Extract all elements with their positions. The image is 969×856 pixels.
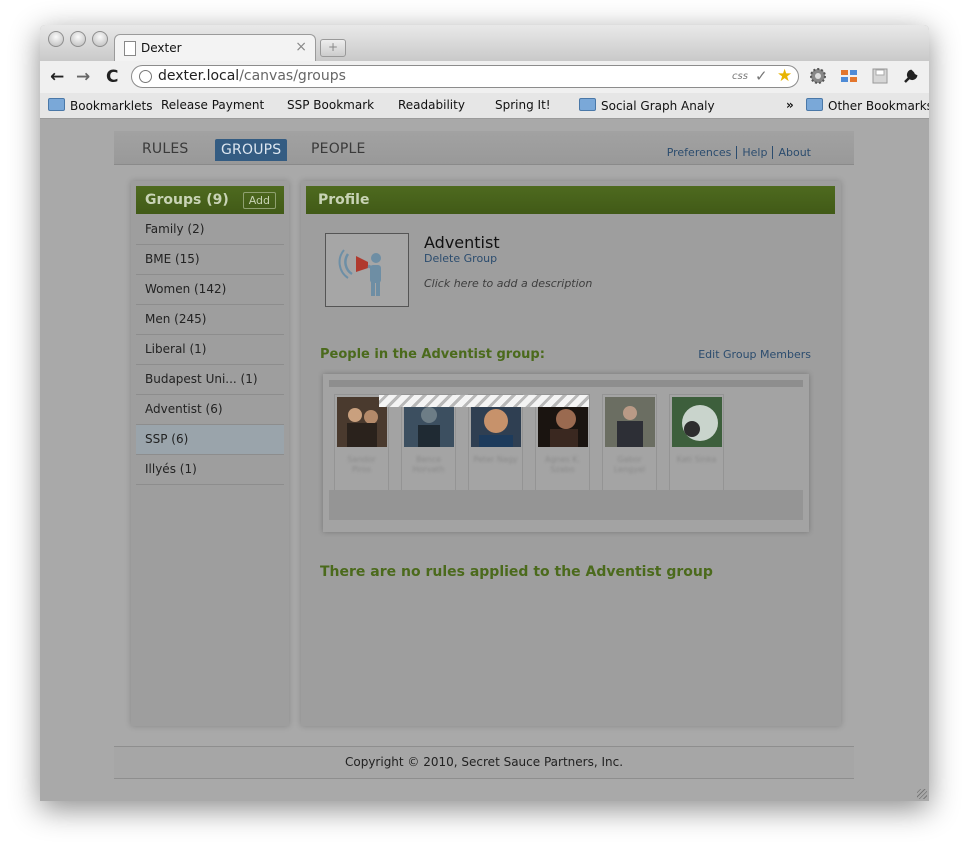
group-item[interactable]: BME (15)	[136, 245, 284, 275]
groups-header: Groups (9) Add	[136, 186, 284, 214]
top-links: Preferences Help About	[662, 146, 816, 159]
add-group-button[interactable]: Add	[242, 192, 276, 209]
bookmark-item[interactable]: Spring It!	[495, 98, 551, 206]
tab-strip: Dexter × +	[40, 25, 929, 62]
person-name: Agnes K. Szabo	[544, 455, 581, 474]
profile-panel: Profile Adventist Delete Group Click her…	[301, 181, 841, 726]
folder-icon	[48, 98, 65, 111]
people-carousel: Sandor Piros Bence Horvath Peter Nagy Ag…	[323, 374, 809, 532]
person-name: Bence Horvath	[412, 455, 445, 474]
no-rules-message: There are no rules applied to the Advent…	[320, 564, 713, 580]
bookmark-item[interactable]: Social Graph Analytic	[579, 98, 715, 113]
globe-icon	[139, 70, 152, 83]
browser-tab[interactable]: Dexter ×	[114, 34, 316, 62]
bookmark-item[interactable]: Bookmarklets	[48, 98, 152, 113]
profile-title: Profile	[318, 192, 370, 208]
bookmarks-bar: Bookmarklets Release Payment SSP Bookmar…	[40, 93, 929, 206]
description-field[interactable]: Click here to add a description	[424, 277, 592, 290]
tab-groups[interactable]: GROUPS	[215, 139, 288, 161]
folder-icon	[579, 98, 596, 111]
person-card[interactable]: Gabor Lengyel	[602, 394, 657, 496]
bookmark-item[interactable]: Readability	[398, 98, 465, 206]
carousel-scroll-track[interactable]	[329, 490, 803, 520]
wrench-icon[interactable]	[902, 67, 920, 85]
person-card[interactable]: Sandor Piros	[334, 394, 389, 496]
close-window-button[interactable]	[48, 31, 64, 47]
zoom-window-button[interactable]	[92, 31, 108, 47]
document-icon	[124, 41, 136, 56]
check-extension-icon[interactable]: ✓	[755, 67, 768, 85]
page-viewport: RULES GROUPS PEOPLE Preferences Help About…	[40, 119, 929, 801]
bookmark-item[interactable]: Release Payment	[161, 98, 264, 206]
minimize-window-button[interactable]	[70, 31, 86, 47]
people-title: People in the Adventist group:	[320, 347, 545, 362]
folder-icon	[806, 98, 823, 111]
group-item[interactable]: Family (2)	[136, 215, 284, 245]
resize-grip-icon[interactable]	[917, 789, 927, 799]
url-text: dexter.local/canvas/groups	[158, 68, 346, 84]
person-photo	[605, 397, 655, 447]
about-link[interactable]: About	[772, 146, 816, 159]
group-item[interactable]: Adventist (6)	[136, 395, 284, 425]
browser-window: Dexter × + ← → C dexter.local/canvas/gro…	[40, 25, 929, 801]
tab-close-icon[interactable]: ×	[295, 39, 307, 55]
app-header: RULES GROUPS PEOPLE Preferences Help About	[114, 131, 854, 165]
edit-group-members-link[interactable]: Edit Group Members	[698, 348, 811, 361]
preferences-link[interactable]: Preferences	[662, 146, 737, 159]
profile-header: Profile	[306, 186, 835, 214]
loading-progress-bar	[379, 395, 589, 407]
other-bookmarks[interactable]: Other Bookmarks	[806, 98, 929, 113]
bookmark-item[interactable]: SSP Bookmark	[287, 98, 374, 206]
help-link[interactable]: Help	[736, 146, 773, 159]
person-card[interactable]: Peter Nagy	[468, 394, 523, 496]
forward-icon[interactable]: →	[76, 67, 90, 87]
window-controls	[48, 31, 108, 47]
person-card[interactable]: Kati Sinka	[669, 394, 724, 496]
back-icon[interactable]: ←	[50, 67, 64, 87]
group-item[interactable]: Men (245)	[136, 305, 284, 335]
gear-extension-icon[interactable]	[809, 67, 827, 85]
group-item[interactable]: Illyés (1)	[136, 455, 284, 485]
group-item[interactable]: Budapest Uni... (1)	[136, 365, 284, 395]
address-bar[interactable]: dexter.local/canvas/groups css ✓ ★	[131, 65, 799, 88]
person-photo	[672, 397, 722, 447]
bookmark-star-icon[interactable]: ★	[777, 66, 792, 86]
group-avatar[interactable]	[325, 233, 409, 307]
apps-extension-icon[interactable]	[840, 67, 858, 85]
css-extension-icon[interactable]: css	[732, 71, 748, 82]
reload-icon[interactable]: C	[106, 67, 118, 87]
megaphone-person-icon	[338, 249, 381, 296]
group-item[interactable]: Women (142)	[136, 275, 284, 305]
new-tab-button[interactable]: +	[320, 39, 346, 57]
footer-copyright: Copyright © 2010, Secret Sauce Partners,…	[114, 746, 854, 779]
person-name: Peter Nagy	[473, 455, 518, 464]
person-name: Gabor Lengyel	[613, 455, 646, 474]
group-list: Family (2) BME (15) Women (142) Men (245…	[136, 215, 284, 485]
tab-rules[interactable]: RULES	[142, 141, 189, 157]
person-name: Kati Sinka	[676, 455, 717, 464]
more-bookmarks-chevron-icon[interactable]: »	[786, 98, 794, 112]
person-card[interactable]: Bence Horvath	[401, 394, 456, 496]
groups-title: Groups (9)	[145, 192, 229, 208]
groups-sidebar: Groups (9) Add Family (2) BME (15) Women…	[131, 181, 289, 726]
tab-people[interactable]: PEOPLE	[311, 141, 366, 157]
group-name: Adventist	[424, 233, 500, 252]
group-item[interactable]: Liberal (1)	[136, 335, 284, 365]
carousel-top-bar	[329, 380, 803, 387]
person-card[interactable]: Agnes K. Szabo	[535, 394, 590, 496]
browser-toolbar: ← → C dexter.local/canvas/groups css ✓ ★	[40, 61, 929, 93]
person-name: Sandor Piros	[347, 455, 376, 474]
tab-title: Dexter	[141, 41, 182, 55]
save-extension-icon[interactable]	[871, 67, 889, 85]
group-item-selected[interactable]: SSP (6)	[136, 425, 284, 455]
delete-group-link[interactable]: Delete Group	[424, 252, 497, 265]
